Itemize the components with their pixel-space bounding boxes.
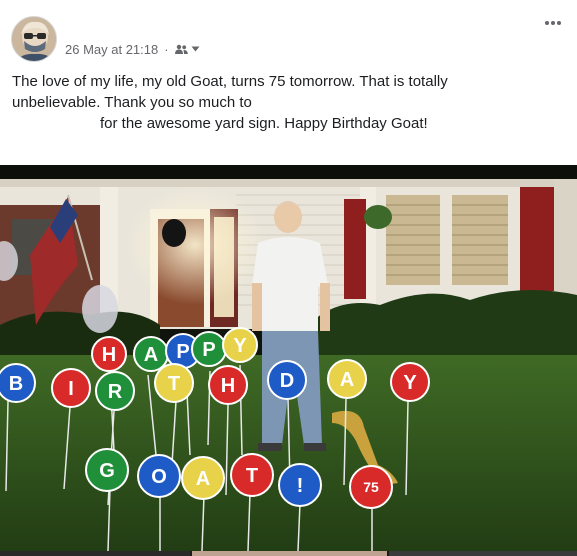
sign-letter: T bbox=[168, 373, 180, 395]
sign-letter: G bbox=[99, 460, 115, 482]
post-header: 26 May at 21:18 · bbox=[0, 0, 577, 70]
sign-letter: H bbox=[221, 375, 235, 397]
photo-thumbnail[interactable] bbox=[0, 551, 190, 556]
chevron-down-icon bbox=[191, 46, 200, 52]
post-meta: 26 May at 21:18 · bbox=[65, 41, 200, 57]
sign-letter-disc: A bbox=[181, 456, 225, 500]
sign-letter: O bbox=[151, 466, 167, 488]
friends-icon bbox=[174, 44, 188, 54]
sign-letter-disc: A bbox=[327, 359, 367, 399]
post-text-line-end: for the awesome yard sign. Happy Birthda… bbox=[100, 115, 428, 132]
post-timestamp[interactable]: 26 May at 21:18 bbox=[65, 42, 158, 57]
more-dot bbox=[557, 21, 562, 25]
profile-photo bbox=[12, 17, 56, 61]
sign-letter: I bbox=[68, 378, 74, 400]
more-options-button[interactable] bbox=[541, 14, 565, 32]
sign-letter-disc: R bbox=[95, 371, 135, 411]
sign-letter: ! bbox=[297, 475, 304, 497]
post-text-line: unbelievable. Thank you so much to bbox=[12, 94, 252, 111]
sign-letter: 75 bbox=[363, 479, 379, 495]
post-message: The love of my life, my old Goat, turns … bbox=[12, 71, 562, 134]
sign-letter-disc: P bbox=[191, 331, 227, 367]
sign-letter: R bbox=[108, 381, 123, 403]
sign-letter: A bbox=[340, 369, 354, 391]
sign-letter: A bbox=[144, 344, 158, 366]
sign-letter: Y bbox=[233, 335, 247, 357]
audience-selector[interactable] bbox=[174, 44, 200, 55]
sign-letter-disc: B bbox=[0, 363, 36, 403]
sign-letter: T bbox=[246, 465, 258, 487]
more-dot bbox=[551, 21, 555, 25]
sign-letter: P bbox=[176, 341, 189, 363]
post-text-line: for the awesome yard sign. Happy Birthda… bbox=[12, 113, 562, 134]
photo-thumbnail[interactable] bbox=[192, 551, 387, 556]
sign-letter-disc: T bbox=[154, 363, 194, 403]
sign-letter-disc: 75 bbox=[349, 465, 393, 509]
meta-separator: · bbox=[164, 41, 169, 57]
photo-thumbnail[interactable] bbox=[389, 551, 577, 556]
sign-letter: D bbox=[280, 370, 294, 392]
sign-letter-disc: H bbox=[208, 365, 248, 405]
sign-letter: P bbox=[202, 339, 215, 361]
more-horizontal-icon bbox=[544, 21, 549, 25]
post-photo[interactable]: H A P P Y B I R T H D A Y G O A T! 75 bbox=[0, 165, 577, 551]
sign-letter-disc: T bbox=[230, 453, 274, 497]
sign-letter-disc: ! bbox=[278, 463, 322, 507]
sign-letter-disc: Y bbox=[390, 362, 430, 402]
sign-letter-disc: O bbox=[137, 454, 181, 498]
sign-letter-disc: A bbox=[133, 336, 169, 372]
sign-letter: H bbox=[102, 344, 116, 366]
sign-letter-disc: G bbox=[85, 448, 129, 492]
sign-letter: Y bbox=[403, 372, 417, 394]
sign-letter-disc: H bbox=[91, 336, 127, 372]
photo-strip bbox=[0, 551, 577, 556]
sign-letter-disc: Y bbox=[222, 327, 258, 363]
sign-letter-disc: D bbox=[267, 360, 307, 400]
sign-letter: A bbox=[196, 468, 210, 490]
avatar[interactable] bbox=[11, 16, 57, 62]
birthday-sign-letters: H A P P YB I R T H D A YG O A T! 75 bbox=[0, 327, 430, 509]
sign-letter-disc: I bbox=[51, 368, 91, 408]
post-text-line: The love of my life, my old Goat, turns … bbox=[12, 73, 448, 90]
sign-letter: B bbox=[9, 373, 23, 395]
